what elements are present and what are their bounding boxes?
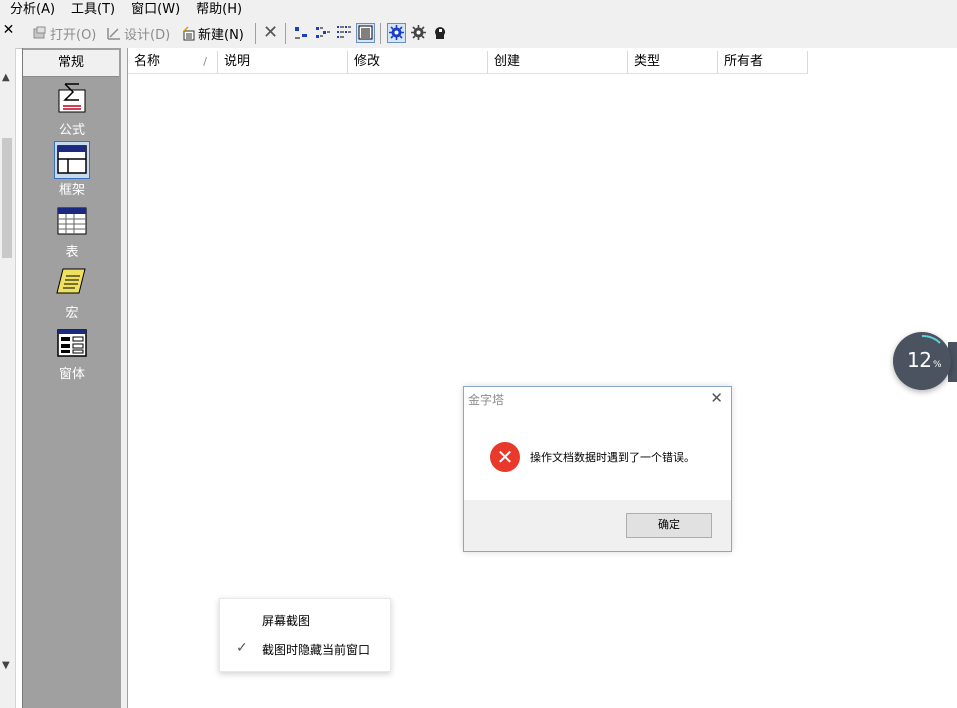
toolbar: ✕ 打开(O) 设计(D) 新建(N) ✕ bbox=[0, 19, 957, 49]
design-label: 设计(D) bbox=[124, 27, 171, 43]
panel-item-formula[interactable]: 公式 bbox=[23, 82, 121, 138]
macro-icon bbox=[55, 265, 89, 301]
dialog-message: 操作文档数据时遇到了一个错误。 bbox=[530, 451, 695, 464]
help-head-icon[interactable] bbox=[432, 24, 449, 41]
frame-icon bbox=[54, 141, 90, 179]
open-icon bbox=[32, 25, 48, 41]
close-icon[interactable]: ✕ bbox=[710, 389, 723, 407]
open-button[interactable]: 打开(O) bbox=[32, 23, 96, 43]
menu-bar: 分析(A) 工具(T) 窗口(W) 帮助(H) bbox=[0, 0, 957, 19]
menu-window[interactable]: 窗口(W) bbox=[121, 0, 186, 19]
left-scrollbar[interactable]: ▲ ▼ bbox=[0, 48, 16, 708]
column-header-owner[interactable]: 所有者 bbox=[718, 51, 808, 73]
open-label: 打开(O) bbox=[50, 27, 97, 43]
delete-icon[interactable]: ✕ bbox=[262, 24, 279, 42]
list-header: 名称 / 说明 修改 创建 类型 所有者 bbox=[128, 51, 808, 74]
new-icon bbox=[180, 25, 196, 41]
toolbar-separator bbox=[255, 23, 256, 44]
column-header-modified[interactable]: 修改 bbox=[348, 51, 488, 73]
toolbar-separator bbox=[380, 23, 381, 44]
small-icons-view-icon[interactable] bbox=[314, 24, 331, 41]
screenshot-context-menu: 屏幕截图 ✓ 截图时隐藏当前窗口 bbox=[219, 598, 391, 672]
progress-widget[interactable]: 12 % bbox=[893, 332, 951, 390]
error-dialog: 金字塔 ✕ ✕ 操作文档数据时遇到了一个错误。 确定 bbox=[463, 386, 732, 552]
column-header-description[interactable]: 说明 bbox=[218, 51, 348, 73]
menu-item-screenshot[interactable]: 屏幕截图 bbox=[262, 612, 310, 629]
formula-icon bbox=[55, 82, 89, 118]
large-icons-view-icon[interactable] bbox=[293, 24, 310, 41]
panel-item-label: 窗体 bbox=[58, 367, 85, 382]
new-label: 新建(N) bbox=[198, 27, 244, 43]
form-icon bbox=[55, 326, 89, 362]
scroll-down-icon[interactable]: ▼ bbox=[2, 660, 10, 671]
menu-item-hide-window[interactable]: 截图时隐藏当前窗口 bbox=[262, 641, 370, 658]
toolbar-separator bbox=[285, 23, 286, 44]
design-button[interactable]: 设计(D) bbox=[106, 23, 170, 43]
error-icon: ✕ bbox=[490, 442, 520, 472]
object-panel: 常规 公式 框架 表 宏 窗体 bbox=[22, 48, 121, 708]
sort-indicator-icon: / bbox=[203, 55, 207, 68]
menu-help[interactable]: 帮助(H) bbox=[186, 0, 248, 19]
new-button[interactable]: 新建(N) bbox=[180, 23, 244, 43]
panel-item-label: 框架 bbox=[58, 183, 85, 198]
list-view-icon[interactable] bbox=[335, 24, 352, 41]
close-document-button[interactable]: ✕ bbox=[0, 22, 17, 39]
progress-value: 12 bbox=[907, 348, 932, 372]
menu-analysis[interactable]: 分析(A) bbox=[0, 0, 61, 19]
panel-item-form[interactable]: 窗体 bbox=[23, 326, 121, 382]
settings-gear-icon[interactable] bbox=[387, 23, 406, 43]
details-view-icon[interactable] bbox=[356, 23, 375, 43]
column-header-name[interactable]: 名称 / bbox=[128, 51, 218, 73]
gear-icon[interactable] bbox=[410, 24, 427, 41]
column-header-type[interactable]: 类型 bbox=[628, 51, 718, 73]
progress-unit: % bbox=[933, 360, 942, 370]
menu-tools[interactable]: 工具(T) bbox=[61, 0, 121, 19]
dialog-title: 金字塔 bbox=[468, 393, 505, 407]
table-icon bbox=[55, 204, 89, 240]
column-header-created[interactable]: 创建 bbox=[488, 51, 628, 73]
panel-splitter[interactable] bbox=[121, 48, 128, 708]
design-icon bbox=[106, 25, 122, 41]
panel-item-table[interactable]: 表 bbox=[23, 204, 121, 260]
panel-item-macro[interactable]: 宏 bbox=[23, 265, 121, 321]
panel-item-label: 表 bbox=[65, 245, 79, 260]
tab-general[interactable]: 常规 bbox=[23, 50, 119, 77]
scroll-thumb[interactable] bbox=[2, 138, 12, 258]
scroll-up-icon[interactable]: ▲ bbox=[2, 72, 10, 83]
dialog-footer: 确定 bbox=[464, 500, 731, 551]
panel-item-frame[interactable]: 框架 bbox=[23, 141, 121, 198]
column-header-label: 名称 bbox=[134, 54, 161, 69]
ok-button[interactable]: 确定 bbox=[626, 513, 712, 538]
panel-item-label: 公式 bbox=[58, 123, 85, 138]
checkmark-icon: ✓ bbox=[236, 640, 248, 656]
panel-item-label: 宏 bbox=[65, 306, 79, 321]
